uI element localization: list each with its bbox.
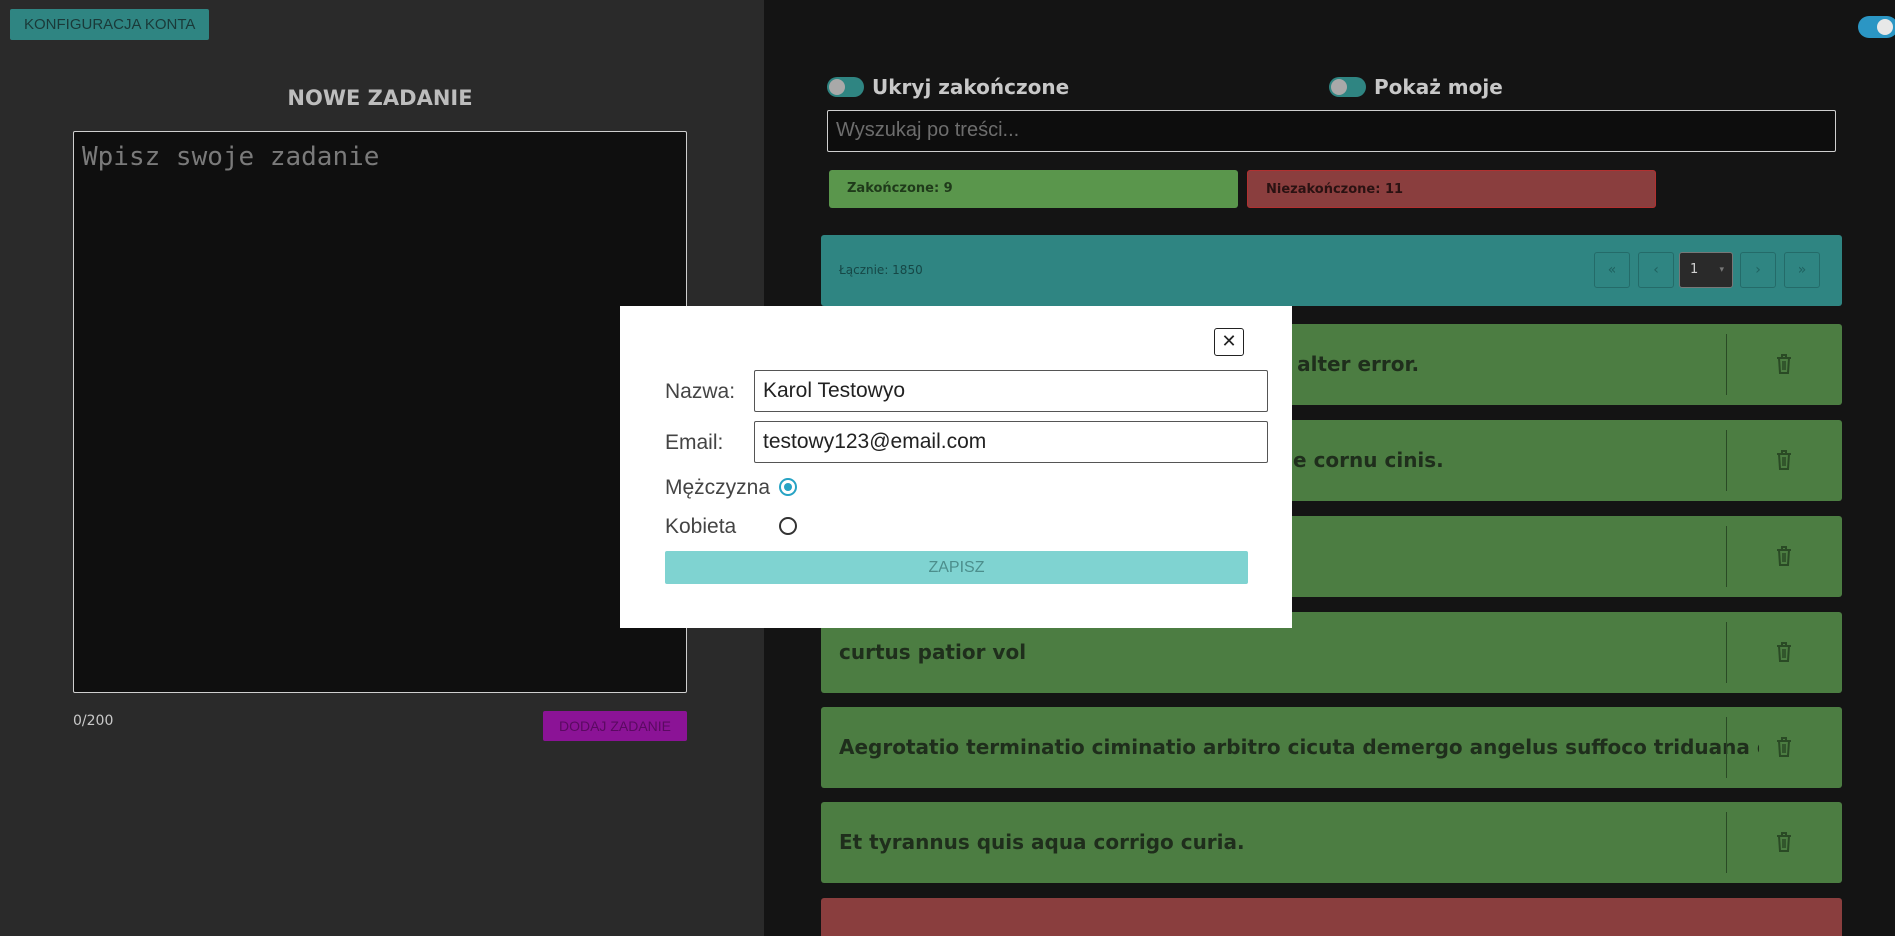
- close-button[interactable]: ✕: [1214, 328, 1244, 356]
- email-input[interactable]: testowy123@email.com: [754, 421, 1268, 463]
- modal-overlay: ✕ Nazwa: Karol Testowyo Email: testowy12…: [0, 0, 1895, 936]
- account-config-modal: ✕ Nazwa: Karol Testowyo Email: testowy12…: [620, 306, 1292, 628]
- female-label: Kobieta: [665, 515, 737, 538]
- male-label: Mężczyzna: [665, 476, 771, 499]
- email-label: Email:: [665, 431, 724, 454]
- name-input[interactable]: Karol Testowyo: [754, 370, 1268, 412]
- female-radio[interactable]: [779, 517, 797, 535]
- male-radio[interactable]: [779, 478, 797, 496]
- name-label: Nazwa:: [665, 380, 736, 403]
- save-button[interactable]: ZAPISZ: [665, 551, 1248, 584]
- close-icon: ✕: [1221, 331, 1237, 352]
